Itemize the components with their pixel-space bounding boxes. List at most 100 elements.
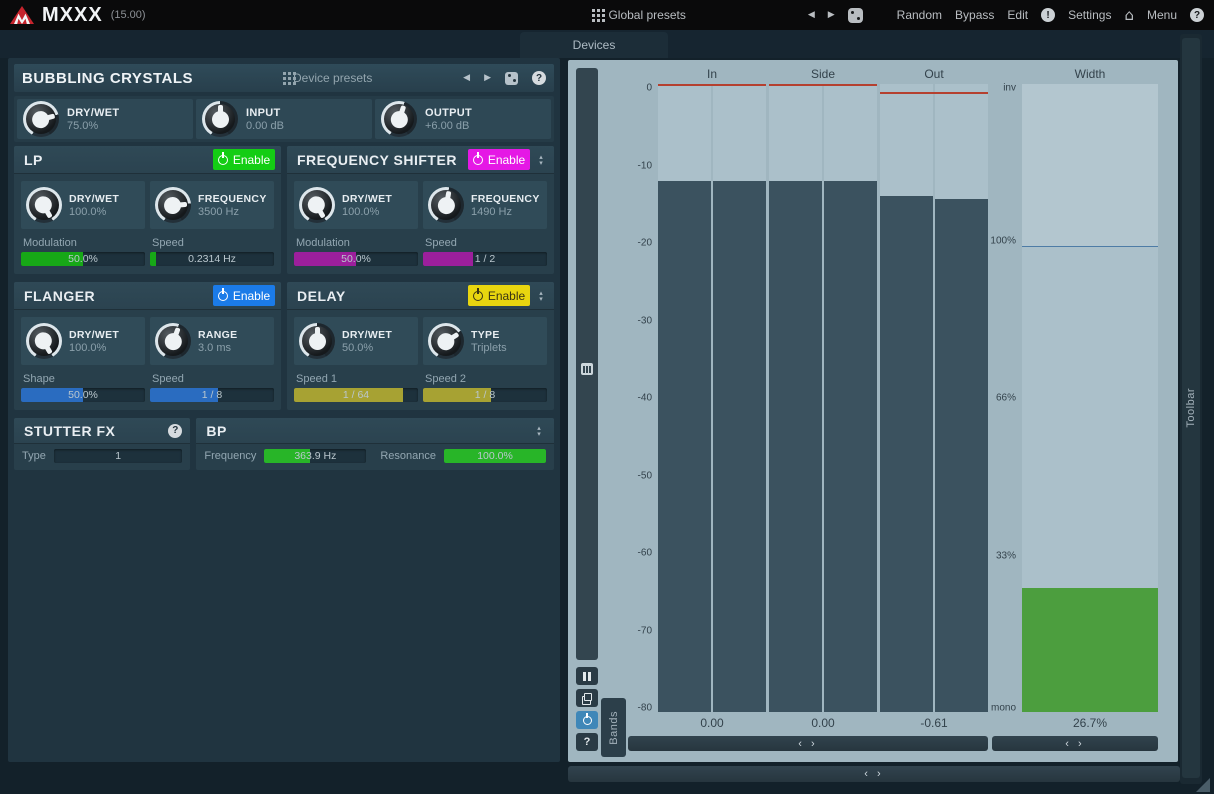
slider-track[interactable]: 50.0% xyxy=(294,252,418,266)
bp-resonance-slider[interactable]: 100.0% xyxy=(444,449,546,463)
slider-track[interactable]: 50.0% xyxy=(21,388,145,402)
enable-label: Enable xyxy=(233,153,270,167)
slider-track[interactable]: 50.0% xyxy=(21,252,145,266)
meter-scrollbar-levels[interactable]: ‹ › xyxy=(628,736,988,751)
delay-speed1-slider[interactable]: Speed 1 1 / 64 xyxy=(294,371,418,402)
resize-grip[interactable] xyxy=(1196,778,1210,792)
menu-button[interactable]: Menu xyxy=(1147,8,1177,22)
stutter-help-icon[interactable]: ? xyxy=(168,424,182,438)
frequency-shifter-enable-button[interactable]: Enable xyxy=(468,149,530,170)
device-preset-name[interactable]: BUBBLING CRYSTALS xyxy=(22,70,193,87)
lp-speed-slider[interactable]: Speed 0.2314 Hz xyxy=(150,235,274,266)
devices-horizontal-scrollbar[interactable]: ‹ › xyxy=(568,766,1180,782)
flanger-enable-button[interactable]: Enable xyxy=(213,285,275,306)
fs-drywet-knob[interactable] xyxy=(299,187,335,223)
toolbar-strip: Toolbar xyxy=(1180,34,1202,784)
meter-value-out: -0.61 xyxy=(920,716,947,730)
drywet-knob[interactable] xyxy=(23,101,59,137)
devices-editor-panel: BUBBLING CRYSTALS Device presets ◀ ▶ ? D… xyxy=(8,58,560,762)
slider-label: Frequency xyxy=(204,450,256,462)
tab-toolbar[interactable]: Toolbar xyxy=(1182,38,1200,778)
stutter-type-slider[interactable]: 1 xyxy=(54,449,183,463)
flanger-shape-slider[interactable]: Shape 50.0% xyxy=(21,371,145,402)
frequency-shifter-header[interactable]: FREQUENCY SHIFTER Enable ▴▾ xyxy=(287,146,554,174)
module-selector-chevrons[interactable]: ▴▾ xyxy=(534,154,548,166)
output-knob[interactable] xyxy=(381,101,417,137)
module-selector-chevrons[interactable]: ▴▾ xyxy=(532,425,546,437)
delay-drywet-cell[interactable]: DRY/WET 50.0% xyxy=(294,317,418,365)
master-input-knob-cell[interactable]: INPUT 0.00 dB xyxy=(196,99,372,139)
db-tick: -60 xyxy=(612,548,652,559)
tab-strip: Devices xyxy=(0,30,1214,58)
flanger-header[interactable]: FLANGER Enable xyxy=(14,282,281,310)
master-output-knob-cell[interactable]: OUTPUT +6.00 dB xyxy=(375,99,551,139)
slider-label: Speed 2 xyxy=(425,373,547,385)
flanger-speed-slider[interactable]: Speed 1 / 8 xyxy=(150,371,274,402)
random-button[interactable]: Random xyxy=(897,8,942,22)
previous-preset-button[interactable]: ◀ xyxy=(808,10,815,20)
slider-label: Resonance xyxy=(380,450,436,462)
settings-button[interactable]: Settings xyxy=(1068,8,1111,22)
randomize-dice-icon[interactable] xyxy=(848,8,863,23)
device-preset-header: BUBBLING CRYSTALS Device presets ◀ ▶ ? xyxy=(14,64,554,92)
master-drywet-knob-cell[interactable]: DRY/WET 75.0% xyxy=(17,99,193,139)
fs-modulation-slider[interactable]: Modulation 50.0% xyxy=(294,235,418,266)
module-selector-chevrons[interactable]: ▴▾ xyxy=(534,290,548,302)
global-presets-button[interactable]: Global presets xyxy=(590,8,685,22)
stutter-fx-body: Type 1 xyxy=(14,444,190,470)
device-presets-button[interactable]: Device presets xyxy=(281,71,372,85)
lp-frequency-cell[interactable]: FREQUENCY 3500 Hz xyxy=(150,181,274,229)
master-controls-row: DRY/WET 75.0% INPUT 0.00 dB OUTPUT +6. xyxy=(14,96,554,142)
alert-icon[interactable]: ! xyxy=(1041,8,1055,22)
delay-type-cell[interactable]: TYPE Triplets xyxy=(423,317,547,365)
lp-frequency-knob[interactable] xyxy=(155,187,191,223)
fs-speed-slider[interactable]: Speed 1 / 2 xyxy=(423,235,547,266)
bp-header[interactable]: BP ▴▾ xyxy=(196,418,554,444)
slider-track[interactable]: 1 / 8 xyxy=(423,388,547,402)
flanger-drywet-knob[interactable] xyxy=(26,323,62,359)
lp-header[interactable]: LP Enable xyxy=(14,146,281,174)
slider-track[interactable]: 1 / 2 xyxy=(423,252,547,266)
bypass-button[interactable]: Bypass xyxy=(955,8,994,22)
delay-type-knob[interactable] xyxy=(428,323,464,359)
bp-frequency-slider[interactable]: 363.9 Hz xyxy=(264,449,366,463)
delay-enable-button[interactable]: Enable xyxy=(468,285,530,306)
fs-drywet-cell[interactable]: DRY/WET 100.0% xyxy=(294,181,418,229)
help-icon[interactable]: ? xyxy=(1190,8,1204,22)
module-lp: LP Enable DRY/WET 100.0% xyxy=(14,146,281,274)
meter-help-button[interactable]: ? xyxy=(576,733,598,751)
meter-scrollbar-width[interactable]: ‹ › xyxy=(992,736,1158,751)
power-icon xyxy=(473,155,483,165)
fs-frequency-knob[interactable] xyxy=(428,187,464,223)
device-help-icon[interactable]: ? xyxy=(532,71,546,85)
next-preset-button[interactable]: ▶ xyxy=(828,10,835,20)
flanger-range-knob[interactable] xyxy=(155,323,191,359)
flanger-range-cell[interactable]: RANGE 3.0 ms xyxy=(150,317,274,365)
flanger-drywet-cell[interactable]: DRY/WET 100.0% xyxy=(21,317,145,365)
delay-speed2-slider[interactable]: Speed 2 1 / 8 xyxy=(423,371,547,402)
modules-row-2: FLANGER Enable DRY/WET 1 xyxy=(14,282,554,410)
slider-track[interactable]: 1 / 64 xyxy=(294,388,418,402)
slider-track[interactable]: 1 / 8 xyxy=(150,388,274,402)
stutter-fx-header[interactable]: STUTTER FX ? xyxy=(14,418,190,444)
edit-button[interactable]: Edit xyxy=(1007,8,1028,22)
next-device-preset-button[interactable]: ▶ xyxy=(484,73,491,83)
meter-power-button[interactable] xyxy=(576,711,598,729)
power-icon xyxy=(473,291,483,301)
input-knob[interactable] xyxy=(202,101,238,137)
lp-drywet-knob[interactable] xyxy=(26,187,62,223)
slider-track[interactable]: 0.2314 Hz xyxy=(150,252,274,266)
device-random-dice-icon[interactable] xyxy=(505,72,518,85)
lp-drywet-cell[interactable]: DRY/WET 100.0% xyxy=(21,181,145,229)
meter-label-width: Width xyxy=(1075,67,1106,81)
lp-enable-button[interactable]: Enable xyxy=(213,149,275,170)
fs-frequency-cell[interactable]: FREQUENCY 1490 Hz xyxy=(423,181,547,229)
meter-value-width: 26.7% xyxy=(1073,716,1107,730)
previous-device-preset-button[interactable]: ◀ xyxy=(463,73,470,83)
home-icon[interactable]: ⌂ xyxy=(1124,8,1134,22)
delay-header[interactable]: DELAY Enable ▴▾ xyxy=(287,282,554,310)
lp-modulation-slider[interactable]: Modulation 50.0% xyxy=(21,235,145,266)
delay-drywet-knob[interactable] xyxy=(299,323,335,359)
tab-devices[interactable]: Devices xyxy=(520,32,668,58)
module-title: LP xyxy=(24,152,213,168)
